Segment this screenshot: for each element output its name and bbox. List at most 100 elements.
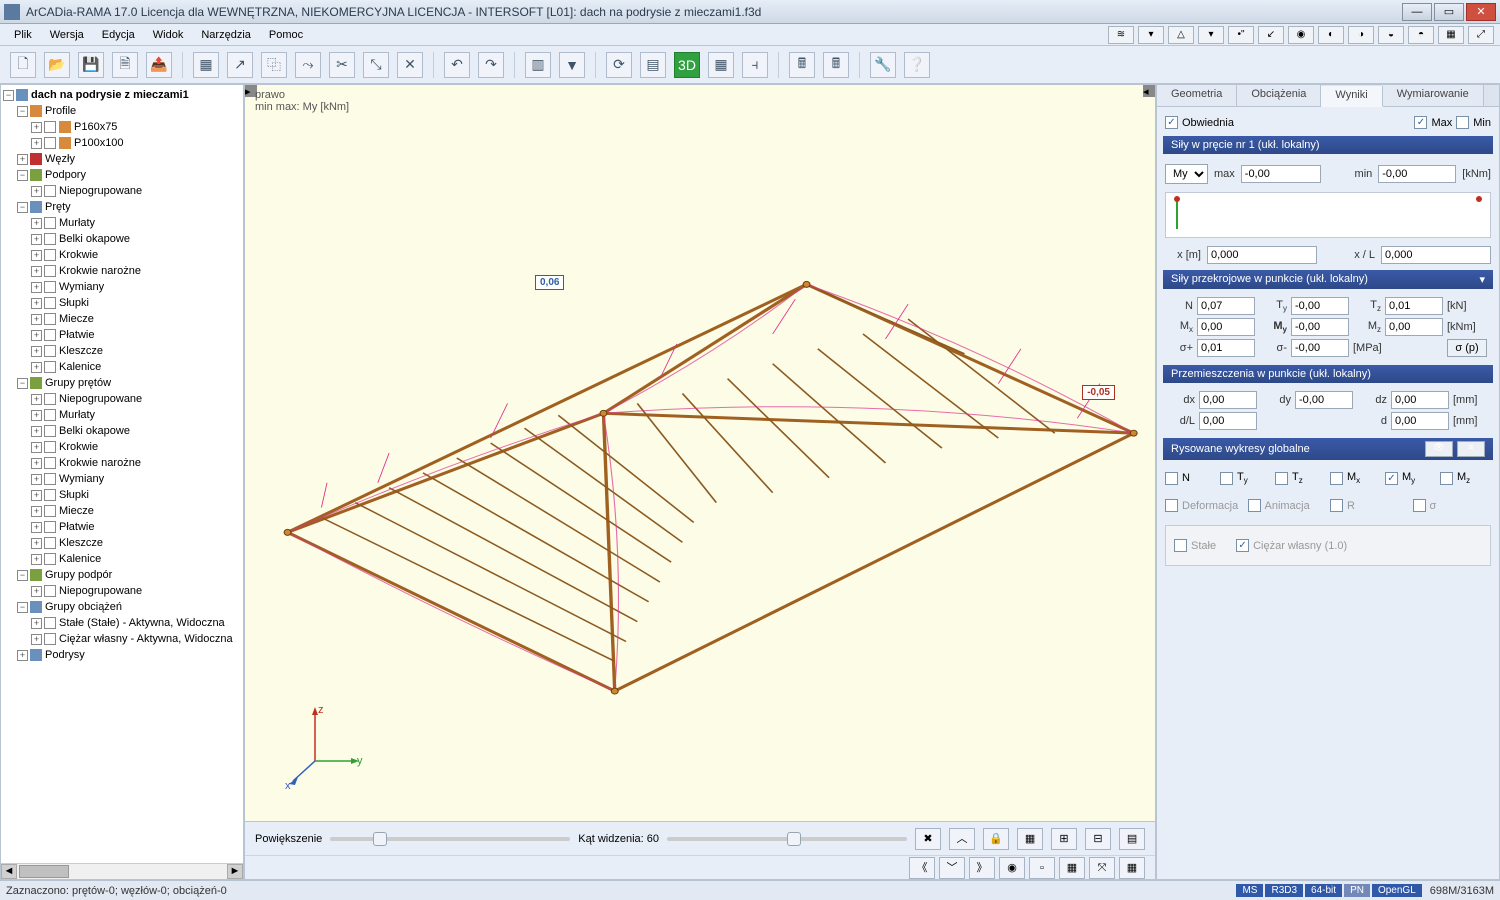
min-input[interactable] [1378,165,1456,183]
mx-input[interactable] [1197,318,1255,336]
list-toggle-icon[interactable]: ≡ [1457,441,1485,457]
tree-podpory[interactable]: −Podpory [3,167,241,183]
view2-icon[interactable]: ⊞ [1051,828,1077,850]
rbtn-8[interactable]: ◐ [1318,26,1344,44]
report-icon[interactable]: ▤ [640,52,666,78]
max-input[interactable] [1241,165,1321,183]
tree-item[interactable]: +Ciężar własny - Aktywna, Widoczna [3,631,241,647]
redo-icon[interactable]: ↷ [478,52,504,78]
tree-item[interactable]: +Krokwie narożne [3,263,241,279]
my-input[interactable] [1291,318,1349,336]
sp-input[interactable] [1197,339,1255,357]
fit-icon[interactable]: ✖ [915,828,941,850]
undo-icon[interactable]: ↶ [444,52,470,78]
viewport-handle-icon[interactable]: ◂ [1143,85,1155,97]
dz-input[interactable] [1391,391,1449,409]
tree-item[interactable]: +Płatwie [3,519,241,535]
rbtn-2[interactable]: ▾ [1138,26,1164,44]
connect-icon[interactable]: ⤳ [295,52,321,78]
wrench-icon[interactable]: 🔧 [870,52,896,78]
menu-edycja[interactable]: Edycja [94,27,143,43]
axis-toggle-icon[interactable]: ⤧ [1089,857,1115,879]
align-icon[interactable]: ⫞ [742,52,768,78]
tree-item[interactable]: +Kleszcze [3,535,241,551]
copy-icon[interactable]: ⿻ [261,52,287,78]
node-icon[interactable]: ▫ [1029,857,1055,879]
tree-item[interactable]: +Miecze [3,311,241,327]
collapse-icon[interactable]: ▾ [1479,273,1485,286]
grid-icon[interactable]: ▦ [1059,857,1085,879]
tree-item[interactable]: +Płatwie [3,327,241,343]
calc2-icon[interactable]: 🖩 [823,52,849,78]
rbtn-13[interactable]: ⤢ [1468,26,1494,44]
view-toggle-icon[interactable]: 👁 [1425,441,1453,457]
rbtn-12[interactable]: ▦ [1438,26,1464,44]
tree-item[interactable]: +Kalenice [3,551,241,567]
delete-icon[interactable]: ✕ [397,52,423,78]
3d-viewport[interactable]: ▸ ◂ prawo min max: My [kNm] [245,85,1155,821]
ty-input[interactable] [1291,297,1349,315]
chk-my[interactable]: ✓ [1385,472,1398,485]
dy-input[interactable] [1295,391,1353,409]
down-icon[interactable]: ﹀ [939,857,965,879]
tree-item[interactable]: +P100x100 [3,135,241,151]
tree-item[interactable]: +Słupki [3,295,241,311]
tree-item[interactable]: +P160x75 [3,119,241,135]
tab-obciazenia[interactable]: Obciążenia [1237,85,1321,106]
chk-ty[interactable] [1220,472,1233,485]
rbtn-7[interactable]: ◉ [1288,26,1314,44]
angle-slider[interactable] [667,837,907,841]
minimize-button[interactable]: — [1402,3,1432,21]
grid2-icon[interactable]: ▦ [708,52,734,78]
dx-input[interactable] [1199,391,1257,409]
save-icon[interactable]: 💾 [78,52,104,78]
rbtn-3[interactable]: △ [1168,26,1194,44]
tree-item[interactable]: +Kleszcze [3,343,241,359]
chk-obwiednia[interactable]: ✓ [1165,116,1178,129]
chk-tz[interactable] [1275,472,1288,485]
menu-narzedzia[interactable]: Narzędzia [193,27,259,43]
grid-icon[interactable]: ▦ [193,52,219,78]
tree-item[interactable]: +Belki okapowe [3,423,241,439]
menu-widok[interactable]: Widok [145,27,192,43]
tree-item[interactable]: +Niepogrupowane [3,583,241,599]
horizontal-scrollbar[interactable]: ◄► [1,863,243,879]
tree-item[interactable]: +Belki okapowe [3,231,241,247]
menu-wersja[interactable]: Wersja [42,27,92,43]
filter-icon[interactable]: ▼ [559,52,585,78]
tree-item[interactable]: +Stałe (Stałe) - Aktywna, Widoczna [3,615,241,631]
tree-item[interactable]: +Słupki [3,487,241,503]
chk-min[interactable] [1456,116,1469,129]
view3-icon[interactable]: ⊟ [1085,828,1111,850]
save-as-icon[interactable]: 🗎 [112,52,138,78]
tree-item[interactable]: +Niepogrupowane [3,183,241,199]
right-icon[interactable]: 》 [969,857,995,879]
mz-input[interactable] [1385,318,1443,336]
export-icon[interactable]: 📤 [146,52,172,78]
sm-input[interactable] [1291,339,1349,357]
new-icon[interactable]: 🗋 [10,52,36,78]
table-icon[interactable]: ▥ [525,52,551,78]
dl-input[interactable] [1199,412,1257,430]
rbtn-1[interactable]: ≋ [1108,26,1134,44]
cut-icon[interactable]: ✂ [329,52,355,78]
tab-wymiarowanie[interactable]: Wymiarowanie [1383,85,1484,106]
tree-root[interactable]: −dach na podrysie z mieczami1 [3,87,241,103]
rbtn-9[interactable]: ◑ [1348,26,1374,44]
rbtn-11[interactable]: ◓ [1408,26,1434,44]
lock-icon[interactable]: 🔒 [983,828,1009,850]
tree-podrysy[interactable]: +Podrysy [3,647,241,663]
menu-pomoc[interactable]: Pomoc [261,27,311,43]
3d-icon[interactable]: 3D [674,52,700,78]
tab-wyniki[interactable]: Wyniki [1321,86,1382,107]
tree-grupy-pretow[interactable]: −Grupy prętów [3,375,241,391]
maximize-button[interactable]: ▭ [1434,3,1464,21]
chk-max[interactable]: ✓ [1414,116,1427,129]
tree-item[interactable]: +Miecze [3,503,241,519]
calc-icon[interactable]: 🖩 [789,52,815,78]
open-icon[interactable]: 📂 [44,52,70,78]
rbtn-6[interactable]: ↙ [1258,26,1284,44]
left-icon[interactable]: 《 [909,857,935,879]
tree-wezly[interactable]: +Węzły [3,151,241,167]
close-button[interactable]: ✕ [1466,3,1496,21]
